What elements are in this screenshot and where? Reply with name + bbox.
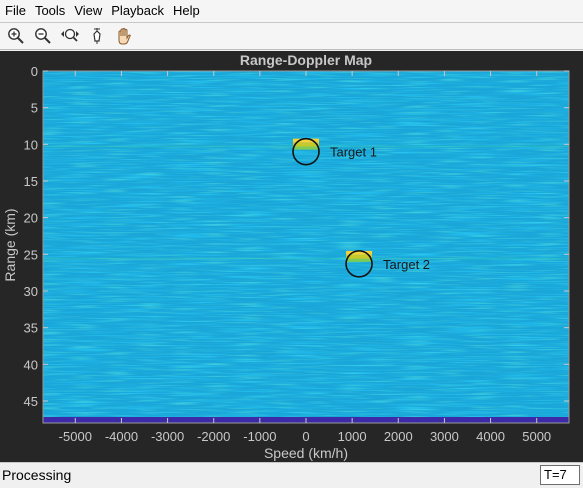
menu-view[interactable]: View	[69, 0, 106, 22]
zoom-in-button[interactable]	[4, 24, 28, 48]
x-tick-label: -3000	[151, 429, 184, 444]
x-tick-label: 1000	[338, 429, 367, 444]
y-tick-label: 10	[24, 137, 38, 152]
y-tick-label: 15	[24, 174, 38, 189]
x-tick-label: -4000	[105, 429, 138, 444]
y-tick-label: 20	[24, 211, 38, 226]
x-tick-label: -1000	[243, 429, 276, 444]
y-tick-label: 35	[24, 321, 38, 336]
target-label: Target 1	[330, 145, 377, 160]
menu-file[interactable]: File	[0, 0, 30, 22]
x-tick-label: -2000	[197, 429, 230, 444]
y-tick-label: 25	[24, 247, 38, 262]
status-bar: Processing T=7	[0, 462, 583, 488]
y-tick-label: 40	[24, 357, 38, 372]
target-return	[293, 146, 319, 150]
zoom-out-button[interactable]	[31, 24, 55, 48]
target-streak	[43, 257, 569, 260]
x-tick-label: 2000	[384, 429, 413, 444]
target-label: Target 2	[383, 257, 430, 272]
data-cursor-button[interactable]	[85, 24, 109, 48]
y-tick-label: 30	[24, 284, 38, 299]
y-tick-label: 5	[31, 101, 38, 116]
status-text: Processing	[2, 467, 72, 483]
x-tick-label: 5000	[522, 429, 551, 444]
menu-tools[interactable]: Tools	[30, 0, 69, 22]
menu-bar: File Tools View Playback Help	[0, 0, 583, 23]
zoom-fit-icon	[61, 28, 79, 42]
zoom-out-icon	[35, 28, 51, 44]
zoom-in-icon	[8, 28, 24, 44]
menu-playback[interactable]: Playback	[106, 0, 168, 22]
pan-button[interactable]	[112, 24, 136, 48]
heatmap-noise-light	[43, 71, 569, 423]
figure-area: Target 1 Target 2 -5000 -4000 -3000 -2000 -100…	[0, 51, 583, 462]
x-tick-label: -5000	[59, 429, 92, 444]
menu-help[interactable]: Help	[168, 0, 204, 22]
x-axis-label: Speed (km/h)	[263, 445, 349, 461]
x-tick-label: 0	[302, 429, 309, 444]
data-cursor-icon	[93, 28, 101, 44]
chart-title: Range-Doppler Map	[239, 52, 373, 68]
pan-hand-icon	[118, 27, 131, 45]
y-tick-label: 0	[31, 64, 38, 79]
range-doppler-chart[interactable]: Target 1 Target 2 -5000 -4000 -3000 -2000 -100…	[0, 51, 583, 462]
x-tick-label: 4000	[476, 429, 505, 444]
y-tick-label: 45	[24, 394, 38, 409]
zoom-fit-button[interactable]	[58, 24, 82, 48]
x-tick-label: 3000	[430, 429, 459, 444]
toolbar	[0, 23, 583, 50]
y-axis-label: Range (km)	[2, 208, 18, 282]
target-return	[346, 258, 373, 262]
time-indicator: T=7	[540, 465, 580, 485]
